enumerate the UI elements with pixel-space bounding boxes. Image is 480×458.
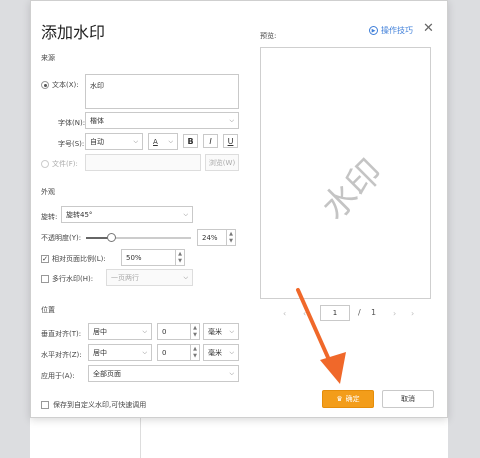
page-number-input[interactable]: 1 bbox=[320, 305, 350, 321]
watermark-text-value: 水印 bbox=[90, 82, 104, 90]
appearance-section-label: 外观 bbox=[41, 188, 55, 196]
prev-page-icon[interactable]: ‹ bbox=[283, 309, 286, 318]
vertical-align-label: 垂直对齐(T): bbox=[41, 330, 82, 338]
chevron-down-icon: ⌵ bbox=[183, 273, 188, 281]
apply-to-select[interactable]: 全部页面 ⌵ bbox=[88, 365, 239, 382]
cancel-button[interactable]: 取消 bbox=[382, 390, 434, 408]
opacity-spinner[interactable]: ▲ ▼ bbox=[227, 229, 236, 246]
chevron-down-icon: ⌵ bbox=[133, 137, 138, 145]
prev-page-icon[interactable]: ‹ bbox=[303, 309, 306, 318]
bold-button[interactable]: B bbox=[183, 134, 198, 148]
crown-icon: ♛ bbox=[336, 395, 343, 403]
browse-button[interactable]: 浏览(W) bbox=[205, 154, 239, 171]
next-page-icon[interactable]: › bbox=[411, 309, 414, 318]
add-watermark-dialog: 添加水印 ▶ 操作技巧 ✕ 来源 文本(X): 水印 字体(N): 楷体 ⌵ 字… bbox=[30, 0, 448, 418]
horizontal-align-value: 居中 bbox=[93, 348, 107, 357]
rotate-value: 旋转45° bbox=[66, 210, 93, 219]
play-icon: ▶ bbox=[369, 26, 378, 35]
multi-line-select[interactable]: 一页两行 ⌵ bbox=[106, 269, 193, 286]
save-custom-label: 保存到自定义水印,可快速调用 bbox=[53, 401, 147, 409]
size-label: 字号(S): bbox=[58, 140, 85, 148]
chevron-down-icon: ⌵ bbox=[229, 327, 234, 335]
help-label: 操作技巧 bbox=[381, 26, 413, 35]
chevron-down-icon: ⌵ bbox=[168, 137, 173, 145]
relative-scale-label: 相对页面比例(L): bbox=[52, 255, 106, 263]
browse-label: 浏览(W) bbox=[208, 158, 236, 167]
page-total: 1 bbox=[371, 308, 377, 317]
cancel-label: 取消 bbox=[401, 395, 415, 403]
font-size-value: 自动 bbox=[90, 137, 104, 146]
help-link[interactable]: ▶ 操作技巧 bbox=[369, 25, 413, 36]
font-size-select[interactable]: 自动 ⌵ bbox=[85, 133, 143, 150]
next-page-icon[interactable]: › bbox=[393, 309, 396, 318]
page-current: 1 bbox=[332, 309, 338, 317]
relative-scale-spinner[interactable]: ▲ ▼ bbox=[176, 249, 185, 266]
vertical-offset-input[interactable]: 0 bbox=[157, 323, 191, 340]
horizontal-unit-select[interactable]: 毫米 ⌵ bbox=[203, 344, 239, 361]
horizontal-align-label: 水平对齐(Z): bbox=[41, 351, 82, 359]
file-path-input[interactable] bbox=[85, 154, 201, 171]
chevron-down-icon: ⌵ bbox=[142, 327, 147, 335]
font-label: 字体(N): bbox=[58, 119, 86, 127]
rotate-select[interactable]: 旋转45° ⌵ bbox=[61, 206, 193, 223]
file-radio-label: 文件(F): bbox=[52, 160, 78, 168]
position-section-label: 位置 bbox=[41, 306, 55, 314]
horizontal-align-select[interactable]: 居中 ⌵ bbox=[88, 344, 152, 361]
watermark-text-input[interactable]: 水印 bbox=[85, 74, 239, 109]
vertical-offset-spinner[interactable]: ▲ ▼ bbox=[191, 323, 200, 340]
opacity-value: 24% bbox=[202, 233, 218, 242]
vertical-unit-value: 毫米 bbox=[208, 327, 222, 336]
preview-pane: 水印 bbox=[260, 47, 431, 299]
document-background-left bbox=[0, 0, 30, 458]
document-page-edge bbox=[140, 418, 448, 458]
file-radio[interactable] bbox=[41, 160, 49, 168]
chevron-down-icon: ⌵ bbox=[229, 116, 234, 124]
chevron-down-icon: ⌵ bbox=[142, 348, 147, 356]
multi-line-label: 多行水印(H): bbox=[52, 275, 94, 283]
ok-button[interactable]: ♛ 确定 bbox=[322, 390, 374, 408]
horizontal-unit-value: 毫米 bbox=[208, 348, 222, 357]
watermark-preview-text: 水印 bbox=[314, 151, 391, 229]
save-custom-checkbox[interactable] bbox=[41, 401, 49, 409]
vertical-offset-value: 0 bbox=[162, 327, 167, 336]
relative-scale-value: 50% bbox=[126, 253, 142, 262]
font-color-select[interactable]: A ⌵ bbox=[148, 133, 178, 150]
italic-button[interactable]: I bbox=[203, 134, 218, 148]
vertical-align-select[interactable]: 居中 ⌵ bbox=[88, 323, 152, 340]
horizontal-offset-input[interactable]: 0 bbox=[157, 344, 191, 361]
vertical-unit-select[interactable]: 毫米 ⌵ bbox=[203, 323, 239, 340]
font-color-icon: A bbox=[153, 137, 158, 146]
ok-label: 确定 bbox=[345, 395, 360, 403]
text-radio-label: 文本(X): bbox=[52, 81, 79, 89]
multi-line-checkbox[interactable] bbox=[41, 275, 49, 283]
horizontal-offset-value: 0 bbox=[162, 348, 167, 357]
document-background-right bbox=[448, 0, 480, 458]
rotate-label: 旋转: bbox=[41, 213, 58, 221]
chevron-down-icon: ⌵ bbox=[229, 369, 234, 377]
vertical-align-value: 居中 bbox=[93, 327, 107, 336]
source-section-label: 来源 bbox=[41, 54, 55, 62]
preview-label: 预览: bbox=[260, 32, 277, 40]
chevron-down-icon: ⌵ bbox=[183, 210, 188, 218]
opacity-label: 不透明度(Y): bbox=[41, 234, 82, 242]
opacity-input[interactable]: 24% bbox=[197, 229, 227, 246]
multi-line-value: 一页两行 bbox=[111, 273, 139, 282]
relative-scale-checkbox[interactable]: ✓ bbox=[41, 255, 49, 263]
opacity-slider-knob[interactable] bbox=[107, 233, 116, 242]
apply-to-label: 应用于(A): bbox=[41, 372, 75, 380]
font-select[interactable]: 楷体 ⌵ bbox=[85, 112, 239, 129]
close-icon[interactable]: ✕ bbox=[423, 21, 434, 36]
underline-button[interactable]: U bbox=[223, 134, 238, 148]
chevron-down-icon: ⌵ bbox=[229, 348, 234, 356]
relative-scale-input[interactable]: 50% bbox=[121, 249, 176, 266]
horizontal-offset-spinner[interactable]: ▲ ▼ bbox=[191, 344, 200, 361]
dialog-title: 添加水印 bbox=[41, 23, 106, 42]
text-radio[interactable] bbox=[41, 81, 49, 89]
font-value: 楷体 bbox=[90, 116, 104, 125]
apply-to-value: 全部页面 bbox=[93, 369, 121, 378]
page-separator: / bbox=[358, 308, 361, 317]
